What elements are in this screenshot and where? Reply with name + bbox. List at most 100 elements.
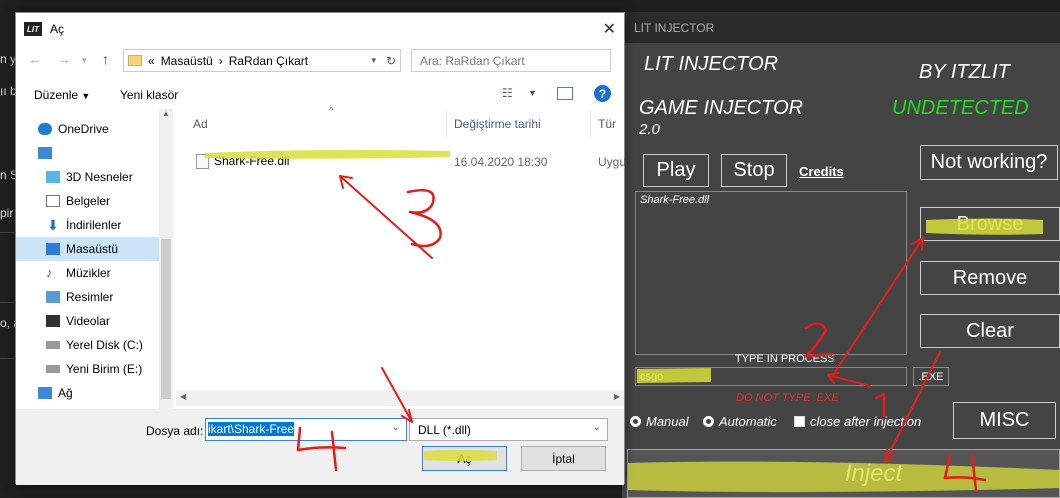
folder-icon	[128, 55, 142, 66]
sidebar-item-label: Ağ	[58, 386, 73, 400]
credits-link[interactable]: Credits	[799, 164, 844, 179]
sidebar-item-music[interactable]: ♪ Müzikler	[16, 261, 171, 285]
close-after-label: close after injection	[810, 414, 922, 429]
injector-titlebar[interactable]: LIT INJECTOR	[622, 12, 1060, 43]
chevron-down-icon[interactable]: ▾	[82, 55, 87, 66]
organize-label: Düzenle	[34, 88, 79, 102]
file-name-label: Dosya adı:	[146, 424, 204, 438]
disk-icon	[46, 341, 60, 349]
list-item[interactable]: Shark-Free.dll	[636, 192, 906, 208]
sidebar-item-documents[interactable]: Belgeler	[16, 189, 171, 213]
disk-icon	[46, 365, 60, 373]
not-working-button[interactable]: Not working?	[920, 145, 1058, 180]
automatic-label: Automatic	[719, 414, 777, 429]
file-list: ^ Ad Değiştirme tarihi Tür Shark-Free.dl…	[176, 105, 627, 389]
manual-option[interactable]: Manual	[630, 414, 689, 429]
sidebar-item-this-pc[interactable]	[16, 141, 171, 165]
sidebar-scrollbar[interactable]: ▲	[159, 109, 173, 409]
address-bar[interactable]: « Masaüstü › RaRdan Çıkart ▾ ↻	[123, 49, 401, 72]
manual-radio[interactable]	[630, 416, 641, 427]
chevron-down-icon: ⌄	[592, 422, 601, 433]
navigation-pane: OneDrive 3D Nesneler Belgeler ⬇ İndirilen…	[16, 109, 171, 409]
scrollbar-thumb[interactable]	[161, 239, 171, 399]
play-button[interactable]: Play	[643, 154, 709, 187]
dialog-titlebar[interactable]: LIT Aç ✕	[16, 13, 624, 45]
organize-button[interactable]: Düzenle ▼	[34, 88, 90, 102]
table-row[interactable]: Shark-Free.dll	[196, 151, 289, 171]
sidebar-item-downloads[interactable]: ⬇ İndirilenler	[16, 213, 171, 237]
sidebar-item-local-disk[interactable]: Yerel Disk (C:)	[16, 333, 171, 357]
inject-button[interactable]: Inject	[627, 449, 1060, 498]
column-divider[interactable]	[446, 111, 447, 137]
new-folder-button[interactable]: Yeni klasör	[120, 88, 178, 102]
sidebar-item-network[interactable]: Ağ	[16, 381, 171, 405]
sidebar-item-new-volume[interactable]: Yeni Birim (E:)	[16, 357, 171, 381]
scroll-left-icon[interactable]: ◀	[180, 392, 186, 401]
file-name: Shark-Free.dll	[214, 154, 290, 168]
chevron-down-icon[interactable]: ▾	[371, 55, 376, 66]
column-name[interactable]: Ad	[193, 117, 208, 131]
horizontal-scrollbar[interactable]: ◀ ▶	[176, 390, 624, 406]
sidebar-item-desktop[interactable]: Masaüstü	[16, 237, 171, 261]
open-button[interactable]: Aç	[422, 446, 507, 471]
sort-arrow-icon: ^	[329, 105, 334, 115]
sidebar-item-pictures[interactable]: Resimler	[16, 285, 171, 309]
scroll-right-icon[interactable]: ▶	[614, 392, 620, 401]
dialog-footer: Dosya adı: ikart\Shark-Free ⌄ DLL (*.dll…	[16, 409, 624, 485]
column-divider[interactable]	[590, 111, 591, 137]
preview-pane-icon[interactable]	[557, 87, 573, 100]
breadcrumb-folder[interactable]: RaRdan Çıkart	[229, 54, 308, 68]
close-icon[interactable]: ✕	[603, 19, 616, 39]
cancel-button[interactable]: İptal	[521, 446, 606, 471]
automatic-option[interactable]: Automatic	[703, 414, 777, 429]
app-heading: LIT INJECTOR	[644, 53, 779, 75]
clear-button[interactable]: Clear	[920, 314, 1060, 348]
forward-arrow-icon[interactable]: →	[57, 51, 71, 67]
subtitle: GAME INJECTOR	[639, 97, 804, 119]
file-type: Uygu	[598, 155, 627, 169]
help-icon[interactable]: ?	[594, 85, 611, 102]
dll-list[interactable]: Shark-Free.dll	[635, 191, 907, 355]
injector-window: LIT INJECTOR LIT INJECTOR BY ITZLIT GAME…	[622, 12, 1060, 498]
dialog-toolbar: Düzenle ▼ Yeni klasör ☷ ▼ ?	[16, 81, 624, 107]
breadcrumb-overflow[interactable]: «	[148, 54, 155, 68]
status-label: UNDETECTED	[892, 97, 1029, 119]
cube-icon	[46, 171, 60, 183]
document-icon	[46, 195, 60, 207]
process-input[interactable]: csgo	[635, 367, 907, 386]
close-after-option[interactable]: close after injection	[794, 414, 921, 429]
remove-button[interactable]: Remove	[920, 261, 1060, 295]
automatic-radio[interactable]	[703, 416, 714, 427]
browse-button[interactable]: Browse	[920, 207, 1060, 241]
cloud-icon	[38, 123, 52, 135]
search-input[interactable]: Ara: RaRdan Çıkart	[411, 49, 611, 72]
sidebar-item-label: Yerel Disk (C:)	[66, 338, 143, 352]
sidebar-item-3d-objects[interactable]: 3D Nesneler	[16, 165, 171, 189]
network-icon	[38, 387, 52, 399]
misc-button[interactable]: MISC	[953, 402, 1056, 439]
column-type[interactable]: Tür	[598, 117, 616, 131]
chevron-down-icon[interactable]: ⌄	[392, 422, 400, 433]
sidebar-item-label: İndirilenler	[66, 218, 122, 232]
breadcrumb-desktop[interactable]: Masaüstü	[161, 54, 213, 68]
refresh-icon[interactable]: ↻	[386, 54, 396, 68]
file-type-select[interactable]: DLL (*.dll) ⌄	[409, 418, 608, 441]
file-name-input[interactable]: ikart\Shark-Free ⌄	[205, 418, 407, 441]
computer-icon	[38, 147, 52, 159]
stop-button[interactable]: Stop	[721, 154, 787, 187]
close-after-checkbox[interactable]	[794, 416, 805, 427]
desktop-icon	[46, 243, 60, 255]
sidebar-item-videos[interactable]: Videolar	[16, 309, 171, 333]
up-arrow-icon[interactable]: ↑	[102, 51, 109, 67]
chevron-down-icon: ▼	[81, 91, 91, 101]
back-arrow-icon[interactable]: ←	[28, 51, 42, 67]
view-options-icon[interactable]: ☷	[502, 86, 513, 100]
browse-label: Browse	[956, 212, 1024, 235]
scroll-up-icon[interactable]: ▲	[159, 109, 173, 118]
chevron-down-icon[interactable]: ▼	[528, 88, 537, 98]
process-label: TYPE IN PROCESS	[735, 353, 835, 365]
sidebar-item-label: OneDrive	[58, 122, 109, 136]
sidebar-item-onedrive[interactable]: OneDrive	[16, 117, 171, 141]
column-date[interactable]: Değiştirme tarihi	[454, 117, 541, 131]
file-date: 16.04.2020 18:30	[454, 155, 548, 169]
